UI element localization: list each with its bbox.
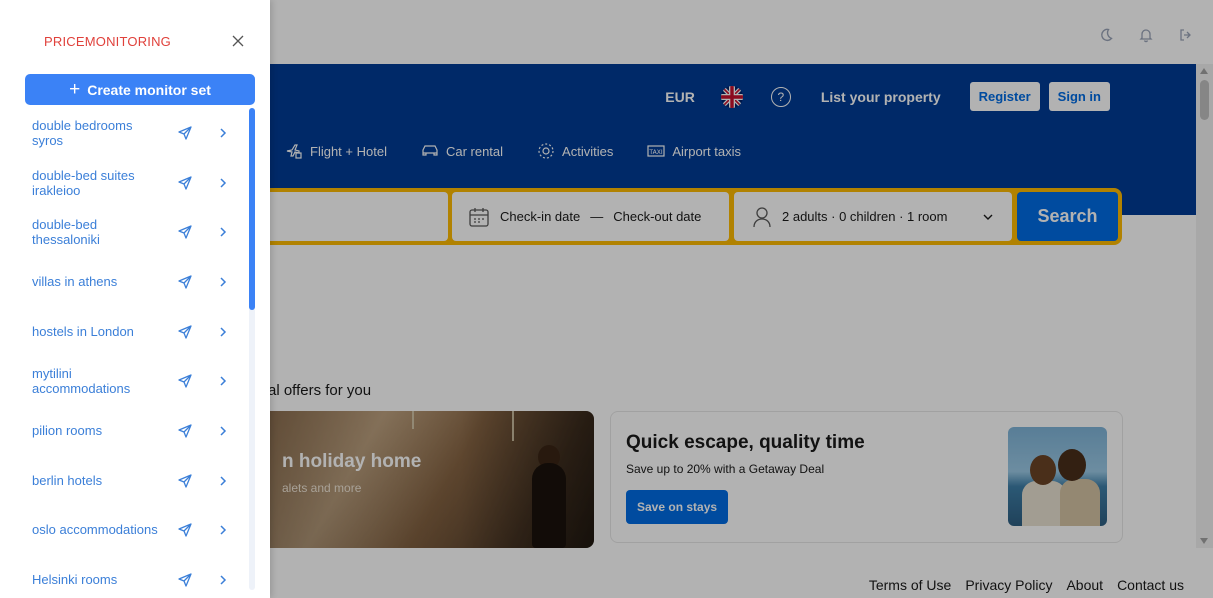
monitor-set-label: Helsinki rooms <box>32 572 172 587</box>
label-line: accommodations <box>32 381 131 396</box>
send-icon[interactable] <box>177 522 193 538</box>
label-line: irakleioo <box>32 183 81 198</box>
list-item[interactable]: mytilini accommodations <box>25 363 250 399</box>
create-monitor-set-button[interactable]: + Create monitor set <box>25 74 255 105</box>
panel-title: PRICEMONITORING <box>44 34 171 49</box>
send-icon[interactable] <box>177 224 193 240</box>
create-label: Create monitor set <box>87 81 211 98</box>
send-icon[interactable] <box>177 473 193 489</box>
chevron-right-icon[interactable] <box>218 226 228 238</box>
list-scrollbar-thumb[interactable] <box>249 108 255 310</box>
price-monitoring-panel: PRICEMONITORING + Create monitor set dou… <box>0 0 270 598</box>
monitor-set-label: mytilini accommodations <box>32 366 172 396</box>
list-item[interactable]: berlin hotels <box>25 463 250 499</box>
label-line: syros <box>32 133 64 148</box>
label-line: hostels in London <box>32 324 134 339</box>
list-item[interactable]: hostels in London <box>25 314 250 350</box>
chevron-right-icon[interactable] <box>218 177 228 189</box>
label-line: Helsinki rooms <box>32 572 118 587</box>
list-item[interactable]: villas in athens <box>25 264 250 300</box>
monitor-set-label: pilion rooms <box>32 423 172 438</box>
label-line: berlin hotels <box>32 473 103 488</box>
chevron-right-icon[interactable] <box>218 524 228 536</box>
list-item[interactable]: double-bed thessaloniki <box>25 214 250 250</box>
label-line: double-bed <box>32 217 98 232</box>
chevron-right-icon[interactable] <box>218 475 228 487</box>
send-icon[interactable] <box>177 175 193 191</box>
chevron-right-icon[interactable] <box>218 574 228 586</box>
chevron-right-icon[interactable] <box>218 326 228 338</box>
monitor-set-list: double bedrooms syros double-bed suites ira… <box>25 108 255 598</box>
send-icon[interactable] <box>177 373 193 389</box>
monitor-set-label: berlin hotels <box>32 473 172 488</box>
label-line: double-bed suites <box>32 168 135 183</box>
send-icon[interactable] <box>177 125 193 141</box>
list-item[interactable]: Helsinki rooms <box>25 562 250 598</box>
monitor-set-label: double bedrooms syros <box>32 118 172 148</box>
monitor-set-label: villas in athens <box>32 274 172 289</box>
label-line: mytilini <box>32 366 72 381</box>
chevron-right-icon[interactable] <box>218 425 228 437</box>
label-line: pilion rooms <box>32 423 103 438</box>
list-item[interactable]: double bedrooms syros <box>25 115 250 151</box>
monitor-set-label: double-bed thessaloniki <box>32 217 172 247</box>
monitor-set-label: oslo accommodations <box>32 522 172 537</box>
monitor-set-label: double-bed suites irakleioo <box>32 168 172 198</box>
close-icon[interactable] <box>229 32 247 50</box>
label-line: oslo accommodations <box>32 522 158 537</box>
label-line: villas in athens <box>32 274 118 289</box>
monitor-set-label: hostels in London <box>32 324 172 339</box>
send-icon[interactable] <box>177 572 193 588</box>
chevron-right-icon[interactable] <box>218 276 228 288</box>
label-line: double bedrooms <box>32 118 133 133</box>
plus-icon: + <box>69 79 81 100</box>
send-icon[interactable] <box>177 423 193 439</box>
send-icon[interactable] <box>177 324 193 340</box>
chevron-right-icon[interactable] <box>218 127 228 139</box>
list-item[interactable]: double-bed suites irakleioo <box>25 165 250 201</box>
list-item[interactable]: pilion rooms <box>25 413 250 449</box>
chevron-right-icon[interactable] <box>218 375 228 387</box>
list-item[interactable]: oslo accommodations <box>25 512 250 548</box>
label-line: thessaloniki <box>32 232 100 247</box>
send-icon[interactable] <box>177 274 193 290</box>
